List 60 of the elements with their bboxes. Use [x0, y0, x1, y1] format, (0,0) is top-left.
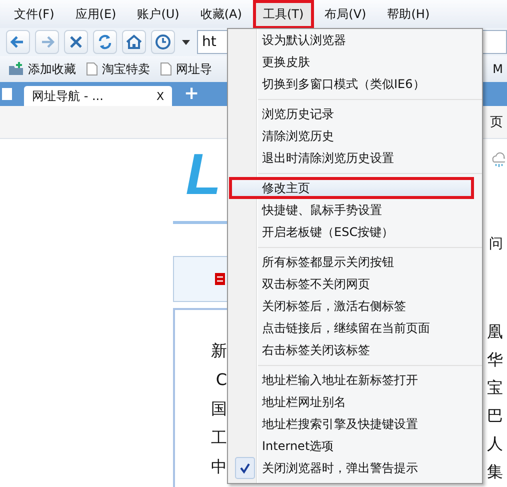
menu-item[interactable]: 关闭标签后，激活右侧标签 — [229, 295, 474, 317]
menu-item[interactable]: 地址栏搜索引擎及快捷键设置 — [229, 413, 474, 435]
menu-item[interactable]: 开启老板键（ESC按键） — [229, 221, 474, 243]
menu-item[interactable]: 清除浏览历史 — [229, 125, 474, 147]
home-button[interactable] — [122, 30, 146, 54]
menu-item[interactable]: 浏览历史记录 — [229, 103, 474, 125]
menu-item[interactable]: 收藏(A) — [190, 0, 252, 28]
site-link[interactable]: 集 — [483, 463, 503, 481]
menu-item[interactable]: 账户(U) — [127, 0, 190, 28]
dropdown-caret-icon[interactable] — [182, 40, 190, 44]
menu-item[interactable]: 双击标签不关闭网页 — [229, 273, 474, 295]
site-link[interactable]: 新 — [211, 342, 227, 360]
menu-item[interactable]: 更换皮肤 — [229, 51, 474, 73]
bookmark-link[interactable]: 添加收藏 — [8, 60, 76, 78]
header-link[interactable]: 页 — [490, 113, 503, 131]
menu-item[interactable]: 所有标签都显示关闭按钮 — [229, 251, 474, 273]
bookmark-link[interactable]: 网址导 — [160, 60, 212, 78]
weather-cloud-icon — [491, 151, 505, 169]
bookmark-link[interactable]: 淘宝特卖 — [86, 60, 150, 78]
site-logo: L — [186, 145, 222, 205]
site-link[interactable]: 凰 — [483, 323, 503, 341]
home-icon — [124, 32, 144, 52]
logo-mark-icon[interactable] — [215, 273, 225, 285]
page-icon — [160, 62, 172, 76]
folder-plus-icon — [8, 62, 24, 76]
close-tab-button[interactable]: X — [156, 90, 164, 102]
menu-item[interactable]: 修改主页 — [229, 177, 474, 199]
site-link[interactable]: 工 — [211, 429, 227, 447]
menu-item[interactable]: 地址栏输入地址在新标签打开 — [229, 369, 474, 391]
site-link[interactable]: 中 — [211, 458, 227, 476]
browser-tab[interactable]: 网址导航 - ... X — [24, 86, 172, 106]
tab-title: 网址导航 - ... — [32, 88, 104, 104]
menu-item[interactable]: 地址栏网址别名 — [229, 391, 474, 413]
menu-item[interactable]: 文件(F) — [4, 0, 64, 28]
menu-item[interactable]: 应用(E) — [65, 0, 126, 28]
menu-item[interactable]: 退出时清除浏览历史设置 — [229, 147, 474, 169]
clock-button[interactable] — [151, 30, 175, 54]
site-link[interactable]: C — [216, 371, 227, 389]
site-link[interactable]: 人 — [483, 435, 503, 453]
stop-button[interactable] — [64, 30, 88, 54]
clock-icon — [153, 32, 173, 52]
menu-item[interactable]: 设为默认浏览器 — [229, 29, 474, 51]
refresh-button[interactable] — [93, 30, 117, 54]
menu-item[interactable]: 帮助(H) — [377, 0, 440, 28]
site-link[interactable]: 巴 — [483, 407, 503, 425]
site-link[interactable]: 国 — [211, 400, 227, 418]
site-link[interactable]: 宝 — [483, 379, 503, 397]
menu-item[interactable]: 布局(V) — [314, 0, 376, 28]
menu-item[interactable]: 工具(T) — [252, 0, 314, 28]
menu-item[interactable]: 快捷键、鼠标手势设置 — [229, 199, 474, 221]
menu-item[interactable]: 切换到多窗口模式（类似IE6） — [229, 73, 474, 95]
bookmark-link[interactable]: M — [492, 62, 507, 76]
menu-item[interactable]: 关闭浏览器时，弹出警告提示 — [229, 457, 474, 479]
page-icon — [86, 62, 98, 76]
menu-item[interactable]: 点击链接后，继续留在当前页面 — [229, 317, 474, 339]
menu-item[interactable]: Internet选项 — [229, 435, 474, 457]
back-arrow-button[interactable] — [6, 30, 30, 54]
site-link[interactable]: 华 — [483, 351, 503, 369]
nav-link[interactable]: 问 — [483, 235, 503, 253]
menu-item[interactable]: 右击标签关闭该标签 — [229, 339, 474, 361]
